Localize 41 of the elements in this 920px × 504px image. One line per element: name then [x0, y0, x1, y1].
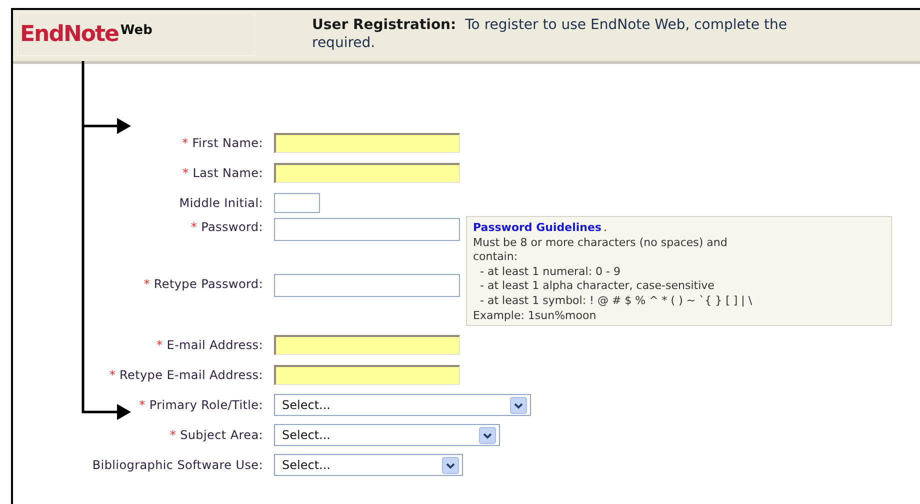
guideline-text: contain:	[473, 250, 519, 265]
select-dropdown[interactable]: Select...	[274, 424, 500, 446]
required-asterisk: *	[144, 277, 150, 291]
required-asterisk: *	[170, 428, 176, 442]
page-description: required.	[312, 34, 376, 52]
input-field[interactable]	[274, 335, 460, 355]
input-field[interactable]	[274, 133, 460, 153]
required-asterisk: *	[182, 166, 189, 180]
password-field[interactable]	[274, 218, 460, 241]
required-asterisk: *	[139, 398, 146, 412]
select-dropdown[interactable]: Select...	[274, 394, 531, 416]
required-asterisk: *	[156, 338, 163, 352]
field-label: Subject Area:	[180, 428, 263, 442]
input-field[interactable]	[274, 163, 460, 183]
field-label: Bibliographic Software Use:	[92, 458, 263, 472]
guideline-text: Must be 8 or more characters (no spaces) and	[473, 236, 728, 250]
field-label: Retype Password:	[154, 277, 263, 291]
field-label: First Name:	[192, 136, 263, 150]
field-label: Last Name:	[192, 166, 263, 180]
guidelines-title-period: .	[603, 221, 607, 236]
guideline-text: - at least 1 numeral: 0 - 9	[478, 264, 622, 280]
field-label: Password:	[201, 220, 263, 234]
guideline-text: - at least 1 symbol: ! @ # $ % ^ * ( ) ~ `{ } [ ] | \	[478, 294, 754, 309]
page-title: User Registration:	[312, 16, 456, 34]
required-asterisk: *	[190, 220, 198, 234]
select-dropdown[interactable]: Select...	[274, 454, 463, 476]
field-label: Middle Initial:	[179, 196, 263, 210]
field-label: Primary Role/Title:	[149, 398, 263, 412]
input-field[interactable]	[274, 365, 460, 385]
input-field[interactable]	[274, 193, 320, 213]
field-label: E-mail Address:	[166, 338, 263, 352]
required-asterisk: *	[182, 136, 188, 150]
guideline-text: Example: 1sun%moon	[473, 308, 598, 324]
guideline-text: - at least 1 alpha character, case-sensitive	[478, 279, 716, 294]
field-label: Retype E-mail Address:	[120, 368, 263, 382]
password-field[interactable]	[274, 274, 460, 297]
logo-text: EndNote	[20, 22, 118, 46]
page-description: To register to use EndNote Web, complete the	[465, 16, 787, 34]
required-asterisk: *	[109, 368, 116, 382]
guidelines-title: Password Guidelines	[473, 221, 602, 236]
logo-suffix: Web	[120, 22, 152, 38]
